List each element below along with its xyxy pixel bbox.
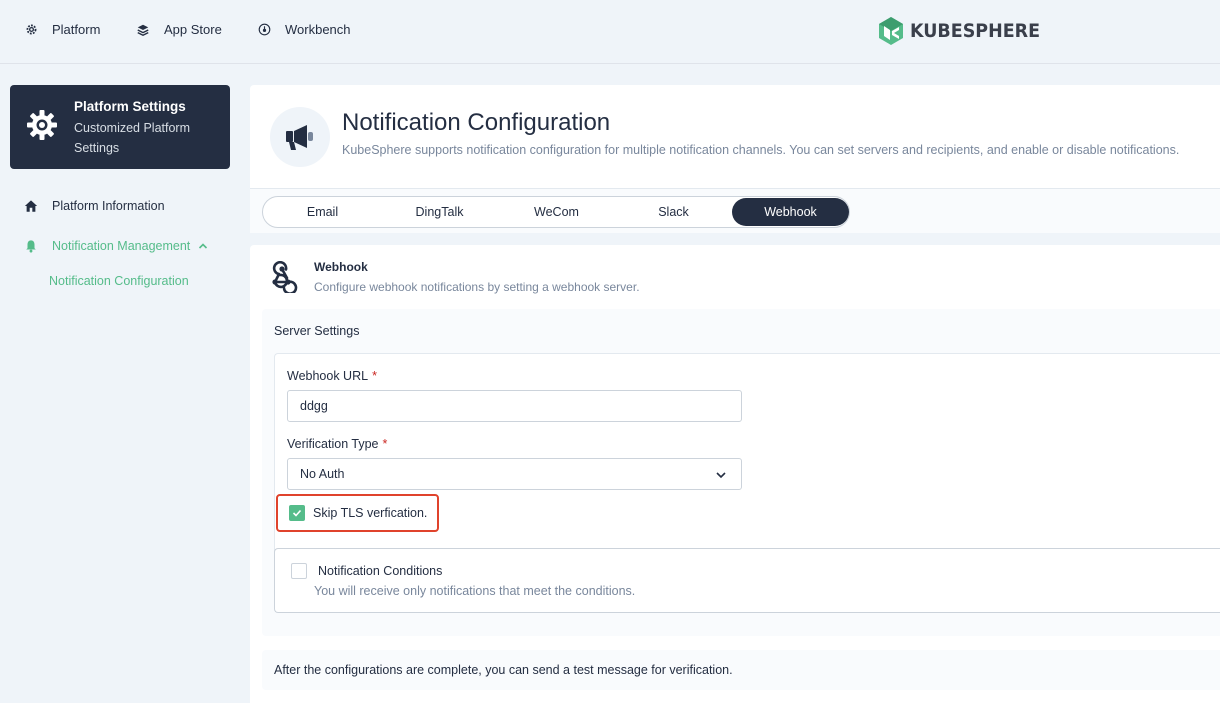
required-mark: * (372, 369, 377, 383)
skip-tls-label: Skip TLS verfication. (313, 506, 428, 520)
page-description: KubeSphere supports notification configu… (342, 143, 1180, 157)
nav-workbench[interactable]: Workbench (257, 22, 351, 37)
layers-icon (136, 23, 150, 37)
tab-slack[interactable]: Slack (615, 198, 732, 226)
logo-text: KUBESPHERE (910, 20, 1041, 42)
webhook-icon (266, 260, 298, 298)
bell-icon (24, 239, 38, 253)
verification-type-label: Verification Type * (287, 437, 387, 451)
dashboard-icon (257, 23, 271, 37)
kubesphere-logo-icon (879, 17, 903, 45)
sidebar-item-label: Notification Management (52, 239, 191, 253)
server-settings: Server Settings Webhook URL* Verificatio… (262, 309, 1220, 636)
notification-conditions-description: You will receive only notifications that… (314, 584, 636, 598)
card-title: Platform Settings (74, 99, 186, 114)
sidebar-subitem-label: Notification Configuration (49, 274, 189, 288)
webhook-url-label-text: Webhook URL (287, 369, 369, 383)
platform-settings-card: Platform Settings Customized Platform Se… (10, 85, 230, 169)
home-icon (24, 199, 38, 213)
verification-type-select[interactable]: No Auth (287, 458, 742, 490)
nav-app-store-label: App Store (164, 22, 222, 37)
notification-conditions-checkbox[interactable] (291, 563, 307, 579)
nav-app-store[interactable]: App Store (136, 22, 222, 37)
megaphone-icon (270, 107, 330, 167)
page-title: Notification Configuration (342, 109, 611, 136)
tab-webhook[interactable]: Webhook (732, 198, 849, 226)
kubesphere-logo[interactable]: KUBESPHERE (878, 16, 1051, 46)
nav-platform-label: Platform (52, 22, 101, 37)
skip-tls-checkbox[interactable]: Skip TLS verfication. (276, 494, 439, 532)
gear-icon (24, 23, 38, 37)
channel-tabs-bar: Email DingTalk WeCom Slack Webhook (250, 188, 1220, 233)
tab-email[interactable]: Email (264, 198, 381, 226)
top-navbar: Platform App Store Workbench KUBESPHERE (0, 0, 1220, 64)
server-settings-title: Server Settings (274, 324, 360, 338)
sidebar-item-label: Platform Information (52, 199, 165, 213)
webhook-panel: Webhook Configure webhook notifications … (250, 245, 1220, 703)
chevron-up-icon[interactable] (198, 241, 208, 251)
sidebar-subitem-notification-configuration[interactable]: Notification Configuration (49, 274, 189, 288)
card-subtitle: Customized Platform Settings (74, 121, 191, 155)
nav-platform[interactable]: Platform (24, 22, 100, 37)
webhook-description: Configure webhook notifications by setti… (314, 280, 640, 294)
verification-type-label-text: Verification Type (287, 437, 379, 451)
verification-type-value: No Auth (300, 467, 345, 481)
settings-gear-icon (26, 109, 58, 146)
tab-dingtalk[interactable]: DingTalk (381, 198, 498, 226)
checkbox-checked-icon (289, 505, 305, 521)
required-mark: * (382, 437, 388, 451)
tab-wecom[interactable]: WeCom (498, 198, 615, 226)
notification-conditions: Notification Conditions You will receive… (274, 548, 1220, 613)
test-message-note: After the configurations are complete, y… (262, 650, 1220, 690)
webhook-url-label: Webhook URL * (287, 369, 377, 383)
notification-conditions-title: Notification Conditions (318, 564, 443, 578)
webhook-url-input[interactable] (287, 390, 742, 422)
nav-workbench-label: Workbench (285, 22, 351, 37)
channel-tabs: Email DingTalk WeCom Slack Webhook (262, 196, 850, 228)
sidebar-item-platform-information[interactable]: Platform Information (24, 199, 165, 213)
sidebar-item-notification-management[interactable]: Notification Management (24, 239, 208, 253)
webhook-title: Webhook (314, 260, 368, 274)
chevron-down-icon (715, 469, 727, 484)
page-header: Notification Configuration KubeSphere su… (250, 85, 1220, 188)
